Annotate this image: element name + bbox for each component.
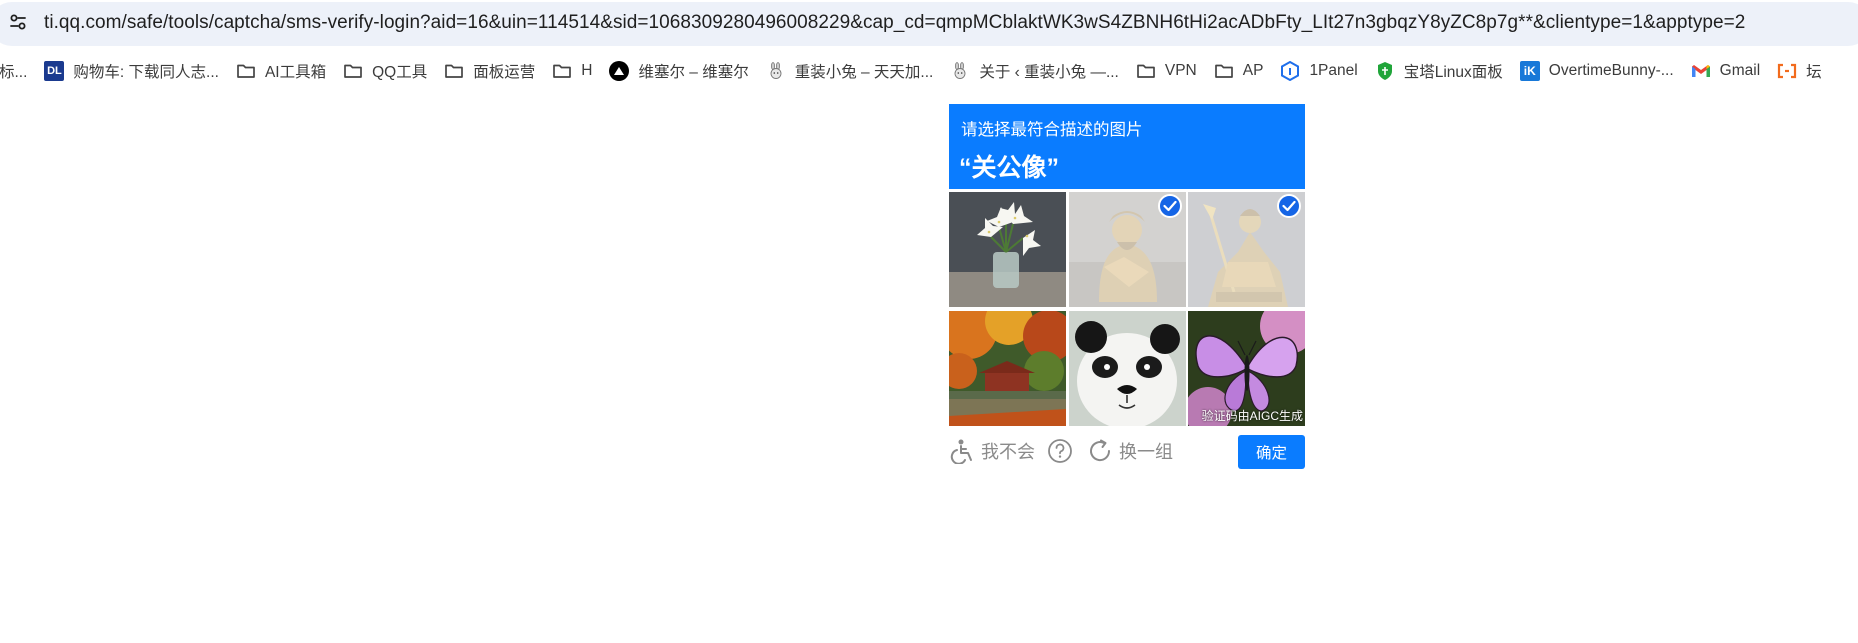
checkmark-icon	[1157, 194, 1182, 218]
dl-logo-icon: DL	[44, 61, 65, 81]
bookmark-item[interactable]: 1Panel	[1272, 57, 1366, 85]
autumn-pavilion-image	[949, 311, 1066, 426]
lilies-image	[949, 192, 1066, 307]
folder-icon	[552, 61, 572, 81]
unable-button[interactable]: 我不会	[949, 438, 1035, 464]
help-button[interactable]	[1047, 438, 1079, 464]
folder-icon	[1136, 61, 1156, 81]
refresh-label: 换一组	[1119, 442, 1173, 462]
bookmark-folder[interactable]: VPN	[1128, 57, 1206, 85]
bookmark-item[interactable]: 关于 ‹ 重装小兔 —...	[942, 57, 1128, 85]
captcha-tile-guangong-statue[interactable]	[1188, 192, 1305, 307]
bookmark-item[interactable]: 坛	[1769, 57, 1831, 85]
vercel-logo-icon	[609, 61, 630, 81]
bookmark-item[interactable]: Gmail	[1683, 57, 1769, 85]
panda-image	[1068, 311, 1186, 426]
bookmark-item[interactable]: 维塞尔 – 维塞尔	[601, 57, 757, 85]
bookmark-label: 重装小兔 – 天天加...	[794, 64, 934, 81]
bookmark-label: 标...	[0, 64, 28, 81]
bookmark-folder[interactable]: QQ工具	[335, 57, 436, 85]
confirm-button[interactable]: 确定	[1238, 435, 1305, 469]
captcha-tile-butterfly[interactable]: 验证码由AIGC生成	[1188, 311, 1305, 426]
bookmark-label: AI工具箱	[264, 64, 327, 81]
bunny-icon	[766, 61, 786, 81]
refresh-button[interactable]: 换一组	[1087, 438, 1173, 464]
unable-label: 我不会	[981, 442, 1035, 462]
refresh-icon	[1087, 438, 1113, 464]
bookmark-label: H	[581, 62, 593, 79]
bookmark-label: OvertimeBunny-...	[1548, 62, 1674, 79]
url-text[interactable]: ti.qq.com/safe/tools/captcha/sms-verify-…	[44, 12, 1745, 34]
folder-icon	[236, 61, 256, 81]
folder-icon	[343, 61, 363, 81]
captcha-tile-lilies[interactable]	[949, 192, 1066, 307]
captcha-tile-warrior-statue[interactable]	[1068, 192, 1186, 307]
bookmark-label: AP	[1242, 62, 1264, 79]
captcha-tile-autumn-pavilion[interactable]	[949, 311, 1066, 426]
bookmark-label: 购物车: 下载同人志...	[73, 64, 219, 81]
bookmark-label: 面板运营	[473, 64, 536, 81]
address-bar-region: ti.qq.com/safe/tools/captcha/sms-verify-…	[0, 0, 1858, 48]
captcha-header: 请选择最符合描述的图片 “关公像”	[949, 104, 1305, 189]
bookmark-item[interactable]: DL 购物车: 下载同人志...	[36, 57, 228, 85]
bookmark-item[interactable]: 标...	[0, 57, 36, 85]
bookmark-label: QQ工具	[372, 64, 428, 81]
bookmark-label: 坛	[1806, 64, 1822, 81]
bookmark-label: 维塞尔 – 维塞尔	[638, 64, 749, 81]
folder-icon	[444, 61, 464, 81]
baota-logo-icon	[1375, 61, 1395, 81]
bookmark-item[interactable]: 宝塔Linux面板	[1367, 57, 1512, 85]
site-info-tune-icon[interactable]	[2, 8, 34, 36]
bookmark-item[interactable]: iK OvertimeBunny-...	[1512, 57, 1683, 85]
captcha-tile-panda[interactable]	[1068, 311, 1186, 426]
bracket-logo-icon	[1777, 61, 1797, 81]
1panel-logo-icon	[1280, 61, 1300, 81]
checkmark-icon	[1277, 194, 1301, 218]
bookmark-label: 宝塔Linux面板	[1403, 64, 1503, 81]
bookmark-label: VPN	[1164, 62, 1197, 79]
captcha-widget: 请选择最符合描述的图片 “关公像” 验证码由AIGC生成 我不会 换一组 确定	[949, 104, 1305, 469]
ik-logo-icon: iK	[1519, 61, 1540, 81]
accessibility-icon	[949, 438, 975, 464]
aigc-watermark: 验证码由AIGC生成	[1201, 409, 1303, 423]
folder-icon	[1214, 61, 1234, 81]
question-icon	[1047, 438, 1073, 464]
captcha-image-grid: 验证码由AIGC生成	[949, 192, 1305, 426]
captcha-keyword: “关公像”	[959, 154, 1060, 182]
bookmark-folder[interactable]: AP	[1206, 57, 1273, 85]
captcha-prompt: 请选择最符合描述的图片	[961, 121, 1143, 139]
bookmark-folder[interactable]: H	[544, 57, 601, 85]
gmail-icon	[1691, 61, 1711, 81]
bookmark-folder[interactable]: AI工具箱	[228, 57, 335, 85]
bookmark-label: 1Panel	[1309, 62, 1358, 79]
bookmark-label: Gmail	[1719, 62, 1761, 79]
bookmarks-bar: 标... DL 购物车: 下载同人志... AI工具箱 QQ工具 面板运营 H …	[0, 54, 1858, 88]
bunny-icon	[950, 61, 970, 81]
bookmark-folder[interactable]: 面板运营	[436, 57, 544, 85]
bookmark-label: 关于 ‹ 重装小兔 —...	[979, 64, 1119, 81]
bookmark-item[interactable]: 重装小兔 – 天天加...	[758, 57, 943, 85]
captcha-footer: 我不会 换一组 确定	[949, 434, 1305, 470]
